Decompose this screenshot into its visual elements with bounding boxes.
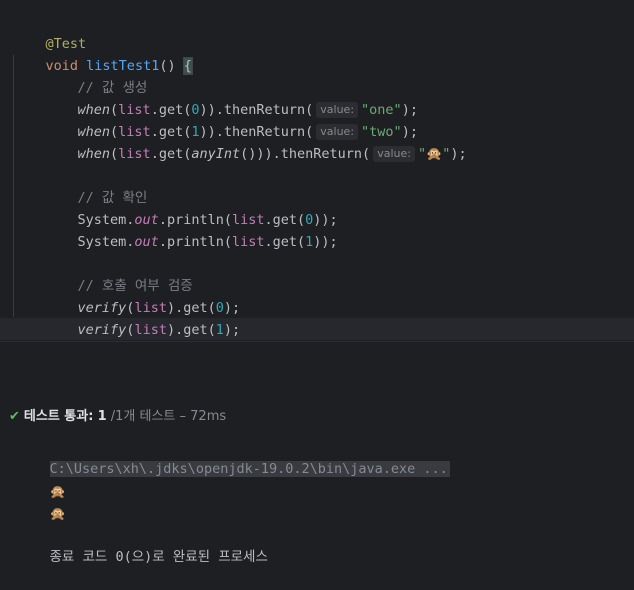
- panel-divider[interactable]: [0, 341, 634, 374]
- console-exit-line: 종료 코드 0(으)로 완료된 프로세스: [17, 524, 268, 565]
- when-call: when: [77, 146, 111, 162]
- code-line-verify-0[interactable]: verify(list).get(0);: [13, 275, 241, 316]
- console-output-line: 🙊: [17, 459, 66, 500]
- statement-end: );: [223, 322, 241, 338]
- list-ref: list: [118, 146, 151, 162]
- statement-end: );: [450, 146, 467, 162]
- passed-count: 1: [97, 409, 107, 424]
- exit-message: 종료 코드 0(으)로 완료된 프로세스: [49, 549, 268, 565]
- console-output[interactable]: C:\Users\xh\.jdks\openjdk-19.0.2\bin\jav…: [9, 436, 634, 565]
- open-brace: {: [182, 57, 193, 75]
- list-ref: list: [134, 322, 167, 338]
- any-int-call: anyInt: [191, 146, 241, 162]
- code-line-annotation[interactable]: @Test: [13, 11, 87, 52]
- code-line-stub-1[interactable]: when(list.get(1)).thenReturn(value: "two"…: [13, 99, 418, 140]
- statement-end: ));: [313, 234, 338, 250]
- code-line-comment-verify[interactable]: // 호출 여부 검증: [13, 253, 193, 294]
- code-line-print-1[interactable]: System.out.println(list.get(1));: [13, 209, 338, 250]
- code-editor[interactable]: @Test void listTest1() { // 값 생성 when(li…: [0, 0, 634, 360]
- out-field: out: [134, 234, 159, 250]
- get-call: .get(: [264, 234, 306, 250]
- java-command[interactable]: C:\Users\xh\.jdks\openjdk-19.0.2\bin\jav…: [49, 461, 450, 477]
- get-call: .get(: [150, 146, 192, 162]
- close-parens: )): [256, 146, 273, 162]
- method-parens: (): [159, 58, 184, 74]
- console-command-line[interactable]: C:\Users\xh\.jdks\openjdk-19.0.2\bin\jav…: [17, 436, 450, 477]
- println-call: .println(: [158, 234, 232, 250]
- total-and-time: /1개 테스트 – 72ms: [110, 409, 227, 424]
- code-line-stub-any[interactable]: when(list.get(anyInt())).thenReturn(valu…: [13, 121, 467, 162]
- code-line-comment-create[interactable]: // 값 생성: [13, 55, 148, 96]
- code-line-comment-check[interactable]: // 값 확인: [13, 165, 148, 206]
- parameter-hint: value:: [373, 146, 415, 162]
- check-icon: ✔: [9, 409, 20, 424]
- verify-call: verify: [77, 322, 127, 338]
- test-status: ✔ 테스트 통과: 1 /1개 테스트 – 72ms: [9, 406, 226, 428]
- console-output-line: 🙊: [17, 481, 66, 522]
- monkey-emoji: 🙊: [49, 507, 66, 522]
- index-literal: 1: [215, 322, 224, 338]
- system-ref: System.: [77, 234, 135, 250]
- monkey-emoji: 🙊: [426, 147, 443, 162]
- code-line-signature[interactable]: void listTest1() {: [13, 33, 193, 75]
- list-ref: list: [231, 234, 265, 250]
- code-line-closing[interactable]: }: [13, 318, 55, 360]
- code-line-stub-0[interactable]: when(list.get(0)).thenReturn(value: "one"…: [13, 77, 418, 118]
- paren: (: [110, 146, 119, 162]
- string-quote-open: ": [417, 146, 427, 162]
- code-line-print-0[interactable]: System.out.println(list.get(0));: [13, 187, 338, 228]
- status-label: 테스트 통과:: [23, 409, 94, 424]
- then-return-call: .thenReturn(: [272, 146, 371, 162]
- any-int-parens: (): [240, 146, 257, 162]
- get-call: ).get(: [166, 322, 216, 338]
- code-line-verify-1[interactable]: verify(list).get(1);: [13, 297, 241, 338]
